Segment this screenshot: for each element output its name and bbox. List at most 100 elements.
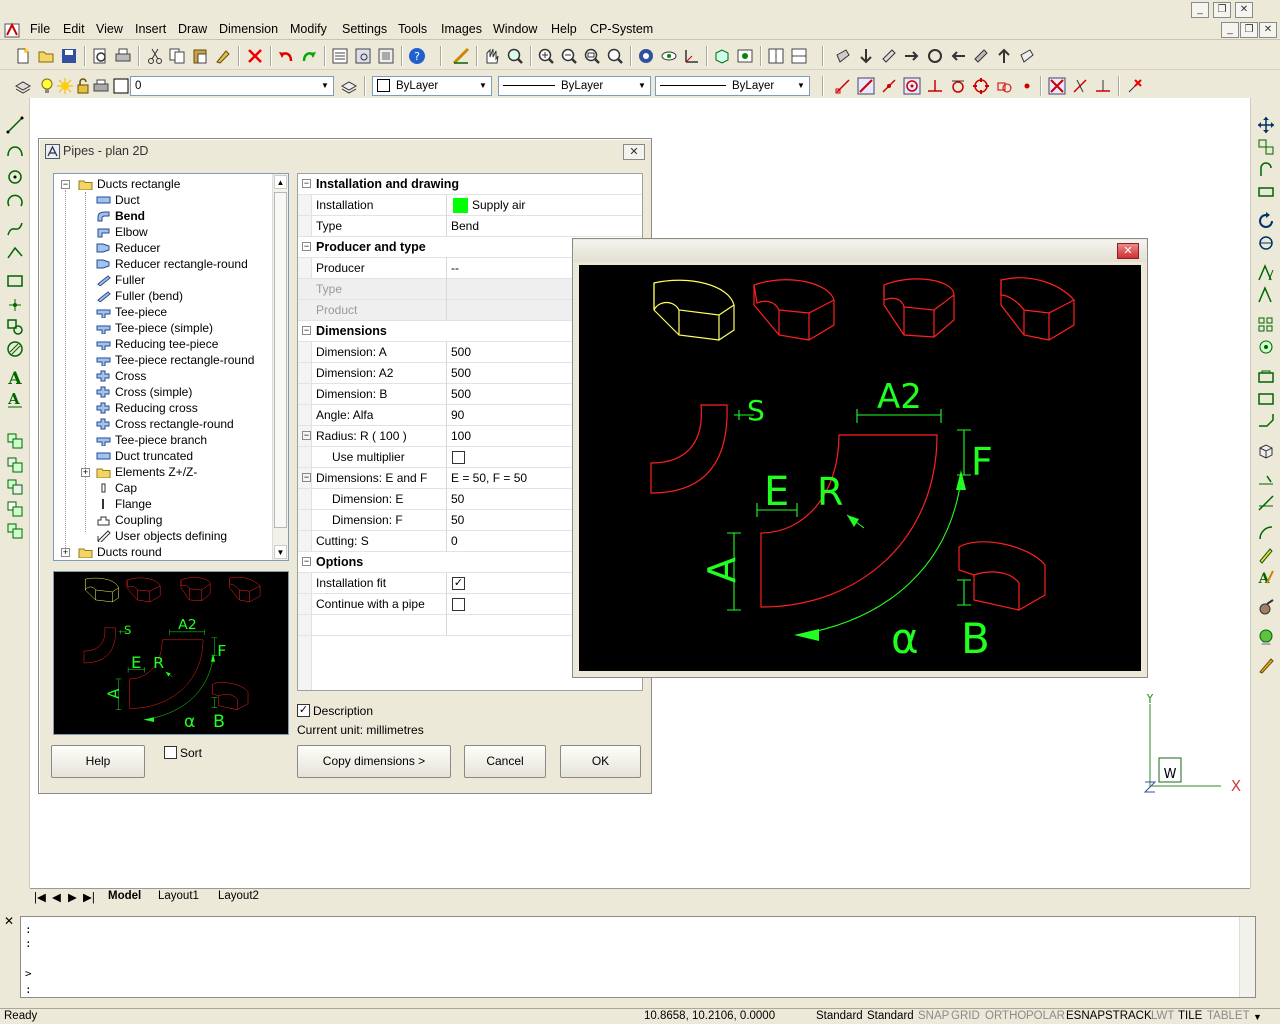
menu-file[interactable]: File bbox=[30, 22, 50, 36]
render-sphere-icon[interactable] bbox=[1257, 628, 1275, 646]
properties-icon[interactable] bbox=[331, 47, 349, 65]
snap-tracking-icon[interactable] bbox=[1094, 77, 1112, 95]
snap-tangent-icon[interactable] bbox=[949, 77, 967, 95]
scroll-down-icon[interactable]: ▼ bbox=[274, 545, 287, 559]
command-scrollbar[interactable] bbox=[1239, 917, 1255, 997]
snap-node-icon[interactable] bbox=[1018, 77, 1036, 95]
undo-icon[interactable] bbox=[277, 47, 295, 65]
3d-view-icon[interactable] bbox=[713, 47, 731, 65]
menu-modify[interactable]: Modify bbox=[290, 22, 327, 36]
app-close-icon[interactable]: ✕ bbox=[1235, 2, 1253, 18]
array-icon[interactable] bbox=[1257, 316, 1275, 334]
new-file-icon[interactable] bbox=[14, 47, 32, 65]
render-icon[interactable] bbox=[637, 47, 655, 65]
dim-aligned-icon[interactable] bbox=[1257, 494, 1275, 512]
named-views-icon[interactable] bbox=[736, 47, 754, 65]
group-collapse-icon[interactable]: − bbox=[302, 326, 311, 335]
edit-attribute-icon[interactable]: A bbox=[1257, 568, 1275, 586]
ucs-icon[interactable] bbox=[683, 47, 701, 65]
delete-icon[interactable] bbox=[246, 47, 264, 65]
status-tile[interactable]: TILE bbox=[1178, 1010, 1202, 1022]
color-dropdown[interactable]: ByLayer ▼ bbox=[372, 76, 492, 96]
tile-horizontal-icon[interactable] bbox=[790, 47, 808, 65]
layer-previous-icon[interactable] bbox=[340, 77, 358, 95]
property-value[interactable]: Bend bbox=[451, 219, 479, 233]
status-lwt[interactable]: LWT bbox=[1151, 1010, 1174, 1022]
property-row[interactable]: Type Bend bbox=[298, 216, 642, 237]
status-esnap[interactable]: ESNAP bbox=[1066, 1010, 1105, 1022]
wipeout-icon[interactable] bbox=[6, 478, 24, 496]
text-icon[interactable]: A bbox=[6, 368, 24, 386]
menu-tools[interactable]: Tools bbox=[398, 22, 427, 36]
status-ortho[interactable]: ORTHO bbox=[985, 1010, 1026, 1022]
snap-endpoint-icon[interactable] bbox=[834, 77, 852, 95]
property-value[interactable]: 50 bbox=[451, 492, 464, 506]
cp-tool-7-icon[interactable] bbox=[972, 47, 990, 65]
ok-button[interactable]: OK bbox=[560, 745, 641, 778]
status-text-style[interactable]: Standard bbox=[816, 1010, 863, 1022]
dialog-titlebar[interactable]: Pipes - plan 2D ✕ bbox=[41, 141, 649, 161]
layer-dropdown[interactable]: 0 ▼ bbox=[130, 76, 334, 96]
menu-help[interactable]: Help bbox=[551, 22, 577, 36]
snap-nearest-icon[interactable] bbox=[880, 77, 898, 95]
menu-insert[interactable]: Insert bbox=[135, 22, 166, 36]
property-value[interactable]: E = 50, F = 50 bbox=[451, 471, 527, 485]
hatch-icon[interactable] bbox=[6, 340, 24, 358]
property-checkbox[interactable] bbox=[452, 598, 465, 611]
linetype-dropdown[interactable]: ByLayer ▼ bbox=[498, 76, 651, 96]
snap-center-icon[interactable] bbox=[903, 77, 921, 95]
purge-icon[interactable] bbox=[1257, 598, 1275, 616]
property-row[interactable]: − Installation and drawing bbox=[298, 174, 642, 195]
app-minimize-icon[interactable]: _ bbox=[1191, 2, 1209, 18]
doc-close-icon[interactable]: ✕ bbox=[1259, 22, 1277, 38]
menu-edit[interactable]: Edit bbox=[63, 22, 85, 36]
tab-layout2[interactable]: Layout2 bbox=[218, 890, 259, 902]
polyline-icon[interactable] bbox=[6, 140, 24, 158]
property-value[interactable]: 500 bbox=[451, 345, 471, 359]
command-close-icon[interactable]: ✕ bbox=[4, 914, 14, 928]
cp-tool-2-icon[interactable] bbox=[857, 47, 875, 65]
chamfer-icon[interactable] bbox=[1257, 412, 1275, 430]
design-center-icon[interactable] bbox=[354, 47, 372, 65]
property-value[interactable]: -- bbox=[451, 261, 459, 275]
menu-cp-system[interactable]: CP-System bbox=[590, 22, 653, 36]
status-grid[interactable]: GRID bbox=[951, 1010, 980, 1022]
cp-tool-9-icon[interactable] bbox=[1018, 47, 1036, 65]
layer-manager-icon[interactable] bbox=[14, 77, 32, 95]
open-file-icon[interactable] bbox=[37, 47, 55, 65]
dialog-close-icon[interactable]: ✕ bbox=[623, 144, 645, 160]
offset-icon[interactable] bbox=[1257, 160, 1275, 178]
copy-dimensions-button[interactable]: Copy dimensions > bbox=[297, 745, 451, 778]
rectangle-icon[interactable] bbox=[6, 272, 24, 290]
zoom-window-icon[interactable] bbox=[583, 47, 601, 65]
layer-thaw-icon[interactable] bbox=[56, 77, 74, 95]
cut-icon[interactable] bbox=[146, 47, 164, 65]
cp-tool-8-icon[interactable] bbox=[995, 47, 1013, 65]
cancel-button[interactable]: Cancel bbox=[464, 745, 546, 778]
spline-icon[interactable] bbox=[6, 220, 24, 238]
property-value[interactable]: 100 bbox=[451, 429, 471, 443]
trim-icon[interactable] bbox=[1257, 286, 1275, 304]
status-dim-style[interactable]: Standard bbox=[867, 1010, 914, 1022]
snap-midpoint-icon[interactable] bbox=[857, 77, 875, 95]
property-checkbox[interactable]: ✓ bbox=[452, 577, 465, 590]
snap-insertion-icon[interactable] bbox=[995, 77, 1013, 95]
object-tree[interactable]: − Ducts rectangle Duct Bend Elbow Reduce… bbox=[53, 173, 289, 561]
menu-images[interactable]: Images bbox=[441, 22, 482, 36]
help-icon[interactable]: ? bbox=[408, 47, 426, 65]
status-polar[interactable]: POLAR bbox=[1026, 1010, 1065, 1022]
point-icon[interactable] bbox=[6, 296, 24, 314]
mtext-icon[interactable]: A bbox=[6, 390, 24, 408]
tree-scroll-thumb[interactable] bbox=[274, 192, 287, 528]
break-icon[interactable] bbox=[1257, 390, 1275, 408]
snap-clear-icon[interactable] bbox=[1126, 77, 1144, 95]
lineweight-dropdown[interactable]: ByLayer ▼ bbox=[655, 76, 810, 96]
layer-on-icon[interactable] bbox=[38, 77, 56, 95]
property-row[interactable]: Installation Supply air bbox=[298, 195, 642, 216]
zoom-in-icon[interactable] bbox=[537, 47, 555, 65]
view-icon[interactable] bbox=[660, 47, 678, 65]
line-icon[interactable] bbox=[6, 116, 24, 134]
snap-perpendicular-icon[interactable] bbox=[926, 77, 944, 95]
menu-settings[interactable]: Settings bbox=[342, 22, 387, 36]
group-collapse-icon[interactable]: − bbox=[302, 179, 311, 188]
